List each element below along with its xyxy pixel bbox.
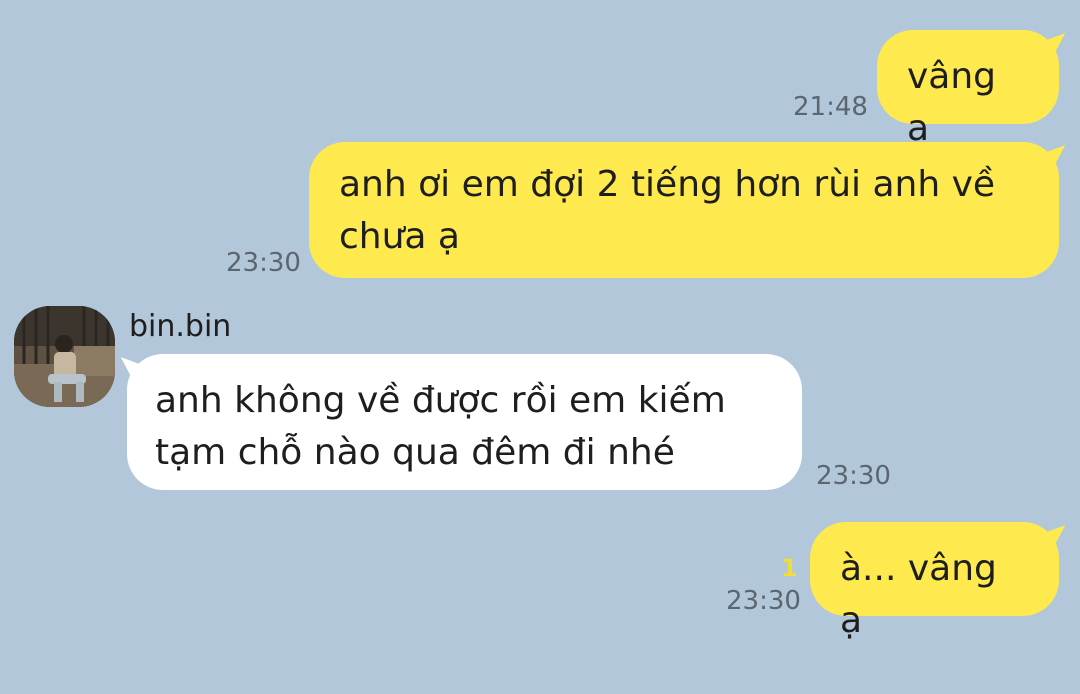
sender-avatar[interactable]	[14, 306, 115, 407]
chat-view: 21:48 vâng ạ 23:30 anh ơi em đợi 2 tiếng…	[0, 0, 1080, 694]
message-timestamp: 23:30	[726, 586, 801, 616]
message-bubble-sent[interactable]: anh ơi em đợi 2 tiếng hơn rùi anh về chư…	[309, 142, 1059, 278]
unread-count-badge: 1	[781, 554, 798, 582]
message-timestamp: 23:30	[226, 248, 301, 278]
message-bubble-sent[interactable]: à... vâng ạ	[810, 522, 1059, 641]
message-bubble-received[interactable]: anh không về được rồi em kiếm tạm chỗ nà…	[127, 354, 802, 490]
message-timestamp: 23:30	[816, 461, 891, 491]
message-timestamp: 21:48	[793, 92, 868, 122]
message-bubble-sent[interactable]: vâng ạ	[877, 30, 1059, 149]
sender-name: bin.bin	[129, 309, 232, 344]
avatar-photo-icon	[14, 306, 115, 407]
